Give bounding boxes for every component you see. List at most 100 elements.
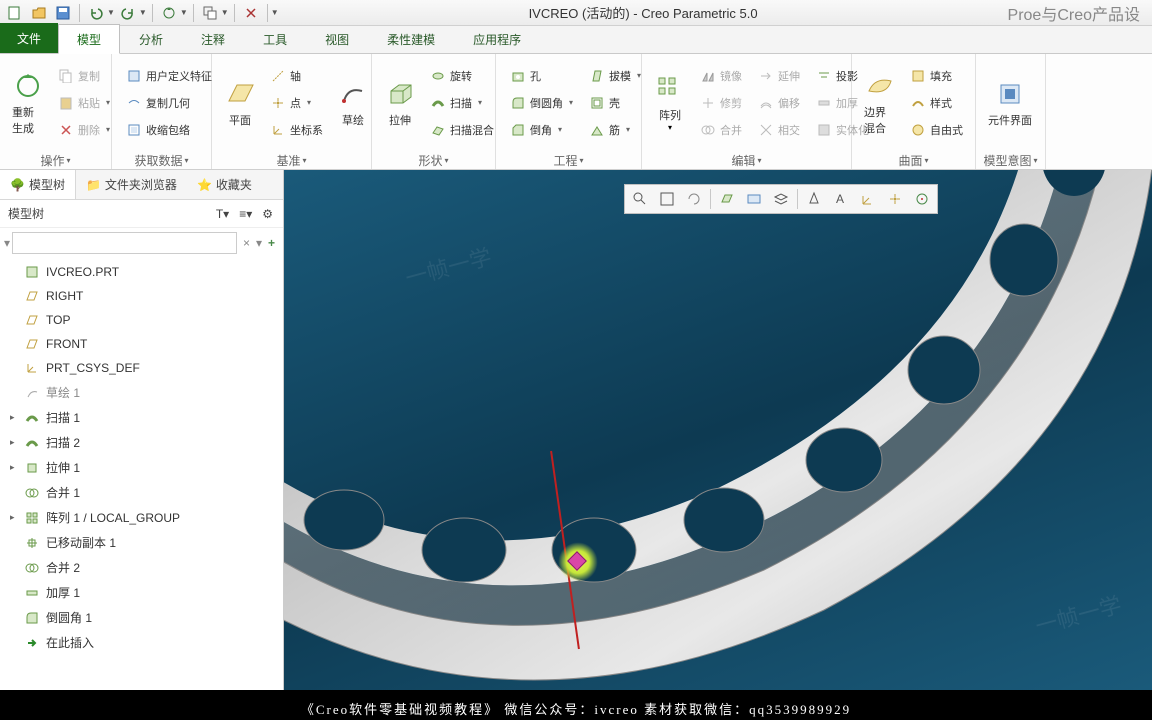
revolve-button[interactable]: 旋转 (426, 63, 498, 89)
sweep-button[interactable]: 扫描▾ (426, 90, 498, 116)
offset-button[interactable]: 偏移 (754, 90, 804, 116)
tree-item[interactable]: RIGHT (0, 284, 283, 308)
ribbon-tabs: 文件 模型 分析 注释 工具 视图 柔性建模 应用程序 (0, 26, 1152, 54)
csys-button[interactable]: 坐标系 (266, 117, 327, 143)
tree-item[interactable]: ▸阵列 1 / LOCAL_GROUP (0, 505, 283, 530)
clear-search-icon[interactable]: × (239, 236, 254, 250)
mirror-button[interactable]: 镜像 (696, 63, 746, 89)
tab-analysis[interactable]: 分析 (120, 24, 182, 53)
group-edit: 阵列▾ 镜像 修剪 合并 延伸 偏移 相交 投影 加厚 实体化 编辑▾ (642, 54, 852, 169)
tree-item[interactable]: ▸拉伸 1 (0, 455, 283, 480)
vp-points-icon[interactable] (882, 186, 908, 212)
tree-filter-icon[interactable]: T▾ (214, 205, 231, 223)
regenerate-button[interactable]: 重新生成 (6, 68, 50, 138)
tree-item[interactable]: 倒圆角 1 (0, 605, 283, 630)
round-icon (510, 95, 526, 111)
tab-tools[interactable]: 工具 (244, 24, 306, 53)
style-button[interactable]: 样式 (906, 90, 967, 116)
freestyle-button[interactable]: 自由式 (906, 117, 967, 143)
tree-show-icon[interactable]: ≡▾ (237, 205, 254, 223)
tree-settings-icon[interactable]: ⚙ (260, 205, 275, 223)
vp-repaint-icon[interactable] (681, 186, 707, 212)
solidify-icon (816, 122, 832, 138)
merge-button[interactable]: 合并 (696, 117, 746, 143)
tab-model[interactable]: 模型 (58, 24, 120, 54)
axis-icon (270, 68, 286, 84)
shell-button[interactable]: 壳 (585, 90, 645, 116)
viewport-3d[interactable]: A 一帧一学 一帧一学 (284, 170, 1152, 690)
tree-item[interactable]: ▸扫描 2 (0, 430, 283, 455)
tree-item[interactable]: 合并 2 (0, 555, 283, 580)
add-search-icon[interactable]: + (264, 236, 279, 250)
redo-icon[interactable] (117, 3, 139, 23)
vp-csys-icon[interactable] (855, 186, 881, 212)
trim-button[interactable]: 修剪 (696, 90, 746, 116)
thick-icon (24, 585, 40, 601)
rib-button[interactable]: 筋▾ (585, 117, 645, 143)
tab-file[interactable]: 文件 (0, 23, 58, 53)
quick-access-toolbar: ▼ ▼ ▼ ▼ ▼ (4, 3, 279, 23)
save-icon[interactable] (52, 3, 74, 23)
tree-item[interactable]: ▸扫描 1 (0, 405, 283, 430)
copygeom-button[interactable]: 复制几何 (122, 90, 216, 116)
vp-saved-view-icon[interactable] (741, 186, 767, 212)
vp-refit-icon[interactable] (654, 186, 680, 212)
tree-item[interactable]: PRT_CSYS_DEF (0, 356, 283, 380)
tree-tab-fav[interactable]: ⭐收藏夹 (187, 170, 262, 199)
regen-icon[interactable] (158, 3, 180, 23)
point-button[interactable]: 点▾ (266, 90, 327, 116)
component-button[interactable]: 元件界面 (982, 76, 1038, 130)
qat-customize-icon[interactable]: ▼ (271, 8, 279, 17)
tree-search-input[interactable] (12, 232, 237, 254)
hole-button[interactable]: 孔 (506, 63, 577, 89)
tree-item-label: PRT_CSYS_DEF (46, 361, 140, 375)
sketch-button[interactable]: 草绘 (331, 76, 375, 130)
tree-item[interactable]: 草绘 1 (0, 380, 283, 405)
tree-item[interactable]: FRONT (0, 332, 283, 356)
shrinkwrap-button[interactable]: 收缩包络 (122, 117, 216, 143)
open-icon[interactable] (28, 3, 50, 23)
tab-view[interactable]: 视图 (306, 24, 368, 53)
intersect-button[interactable]: 相交 (754, 117, 804, 143)
round-button[interactable]: 倒圆角▾ (506, 90, 577, 116)
fill-button[interactable]: 填充 (906, 63, 967, 89)
axis-button[interactable]: 轴 (266, 63, 327, 89)
tree-tab-model[interactable]: 🌳模型树 (0, 170, 76, 199)
new-icon[interactable] (4, 3, 26, 23)
search-options-icon[interactable]: ▾ (256, 236, 262, 250)
pattern-button[interactable]: 阵列▾ (648, 71, 692, 134)
blend-button[interactable]: 扫描混合 (426, 117, 498, 143)
close-icon[interactable] (240, 3, 262, 23)
tree-item[interactable]: 在此插入 (0, 630, 283, 655)
copy-button[interactable]: 复制 (54, 63, 114, 89)
vp-layers-icon[interactable] (768, 186, 794, 212)
userdef-button[interactable]: 用户定义特征 (122, 63, 216, 89)
tree-item[interactable]: 合并 1 (0, 480, 283, 505)
extrude-button[interactable]: 拉伸 (378, 76, 422, 130)
tree-tab-folder[interactable]: 📁文件夹浏览器 (76, 170, 187, 199)
paste-button[interactable]: 粘贴▾ (54, 90, 114, 116)
draft-button[interactable]: 拔模▾ (585, 63, 645, 89)
undo-icon[interactable] (85, 3, 107, 23)
vp-display-icon[interactable] (714, 186, 740, 212)
merge-icon (24, 485, 40, 501)
extend-button[interactable]: 延伸 (754, 63, 804, 89)
tab-apps[interactable]: 应用程序 (454, 24, 540, 53)
vp-annotation-icon[interactable]: A (828, 186, 854, 212)
tree-item[interactable]: TOP (0, 308, 283, 332)
tree-item[interactable]: 已移动副本 1 (0, 530, 283, 555)
vp-spin-icon[interactable] (909, 186, 935, 212)
part-icon (24, 264, 40, 280)
boundary-button[interactable]: 边界混合 (858, 68, 902, 138)
delete-button[interactable]: 删除▾ (54, 117, 114, 143)
tab-flex[interactable]: 柔性建模 (368, 24, 454, 53)
vp-zoom-icon[interactable] (627, 186, 653, 212)
windows-icon[interactable] (199, 3, 221, 23)
plane-button[interactable]: 平面 (218, 76, 262, 130)
tree-item[interactable]: IVCREO.PRT (0, 260, 283, 284)
chamfer-button[interactable]: 倒角▾ (506, 117, 577, 143)
vp-perspective-icon[interactable] (801, 186, 827, 212)
tree-item[interactable]: 加厚 1 (0, 580, 283, 605)
tab-annotate[interactable]: 注释 (182, 24, 244, 53)
search-dropdown-icon[interactable]: ▾ (4, 236, 10, 250)
